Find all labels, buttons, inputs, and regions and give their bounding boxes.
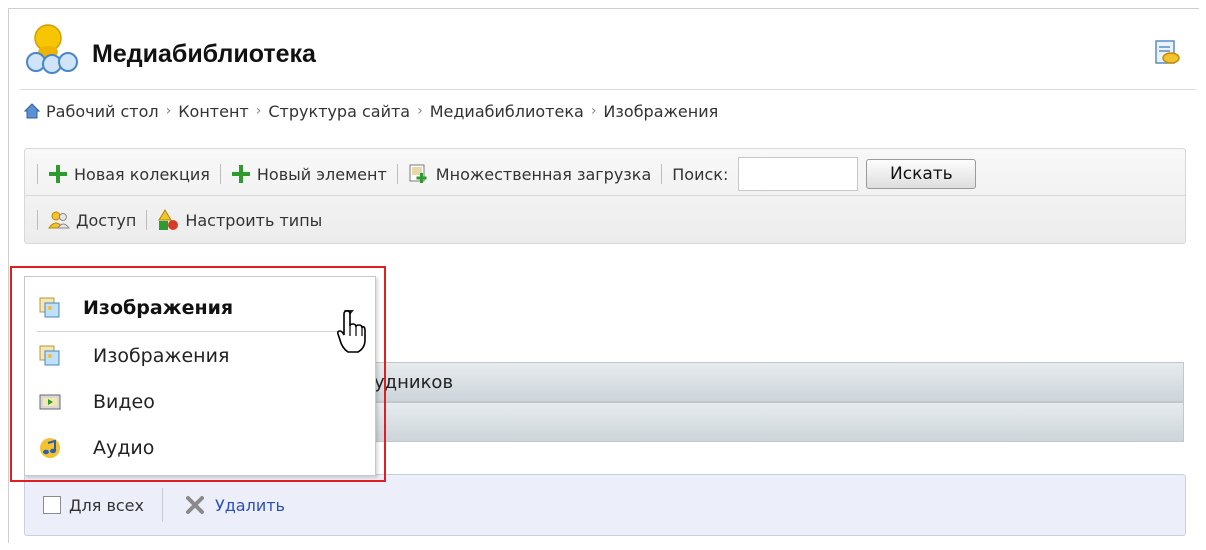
breadcrumb-separator: › <box>255 103 262 119</box>
toolbar-separator <box>219 164 221 184</box>
new-element-button[interactable]: Новый элемент <box>231 164 387 184</box>
breadcrumb: Рабочий стол › Контент › Структура сайта… <box>24 98 718 124</box>
breadcrumb-item-images: Изображения <box>603 101 719 121</box>
table-row[interactable] <box>370 362 1184 402</box>
toolbar-row-settings: Доступ Настроить типы <box>37 205 322 235</box>
footer-actions-bar: Для всех Удалить <box>24 474 1186 536</box>
search-label: Поиск: <box>672 164 729 184</box>
shapes-icon <box>158 209 179 230</box>
breadcrumb-item-content[interactable]: Контент <box>178 102 249 121</box>
delete-label: Удалить <box>214 495 285 515</box>
export-icon[interactable] <box>1153 38 1181 66</box>
table-row[interactable] <box>370 402 1184 442</box>
footer-separator <box>161 488 163 522</box>
breadcrumb-item-desktop[interactable]: Рабочий стол <box>46 102 159 121</box>
annotation-highlight <box>10 266 386 482</box>
search-button[interactable]: Искать <box>866 159 977 189</box>
access-label: Доступ <box>76 210 137 230</box>
new-collection-button[interactable]: Новая колекция <box>48 164 210 184</box>
page-title: Медиабиблиотека <box>92 40 316 68</box>
toolbar: Новая колекция Новый элемент Множественн… <box>24 148 1186 244</box>
toolbar-separator <box>396 164 398 184</box>
search-input[interactable] <box>738 157 859 191</box>
access-button[interactable]: Доступ <box>48 210 136 230</box>
breadcrumb-separator: › <box>165 103 172 119</box>
breadcrumb-separator: › <box>590 103 597 119</box>
plus-icon <box>49 165 67 183</box>
breadcrumb-item-site-structure[interactable]: Структура сайта <box>268 102 410 121</box>
breadcrumb-separator: › <box>417 103 423 119</box>
configure-types-button[interactable]: Настроить типы <box>157 209 322 231</box>
toolbar-separator <box>37 164 38 184</box>
for-all-label: Для всех <box>69 495 144 515</box>
plus-icon <box>231 165 250 183</box>
new-collection-label: Новая колекция <box>74 164 210 184</box>
users-logo-icon <box>26 24 78 74</box>
bulk-upload-button[interactable]: Множественная загрузка <box>408 163 651 185</box>
configure-types-label: Настроить типы <box>185 210 323 230</box>
hand-cursor-icon <box>336 310 366 353</box>
toolbar-separator <box>37 210 38 230</box>
header-divider <box>20 89 1196 90</box>
toolbar-divider <box>25 195 1185 196</box>
toolbar-row-actions: Новая колекция Новый элемент Множественн… <box>37 157 977 191</box>
toolbar-separator <box>146 210 148 230</box>
bulk-upload-label: Множественная загрузка <box>435 164 652 184</box>
toolbar-separator <box>661 164 663 184</box>
delete-icon <box>185 496 204 514</box>
users-icon <box>48 211 70 229</box>
breadcrumb-item-media-library[interactable]: Медиабиблиотека <box>430 102 584 121</box>
home-icon[interactable] <box>24 103 40 119</box>
new-element-label: Новый элемент <box>256 164 387 184</box>
delete-button[interactable]: Удалить <box>185 495 285 515</box>
for-all-checkbox[interactable] <box>43 496 61 514</box>
bulk-upload-icon <box>409 164 427 183</box>
